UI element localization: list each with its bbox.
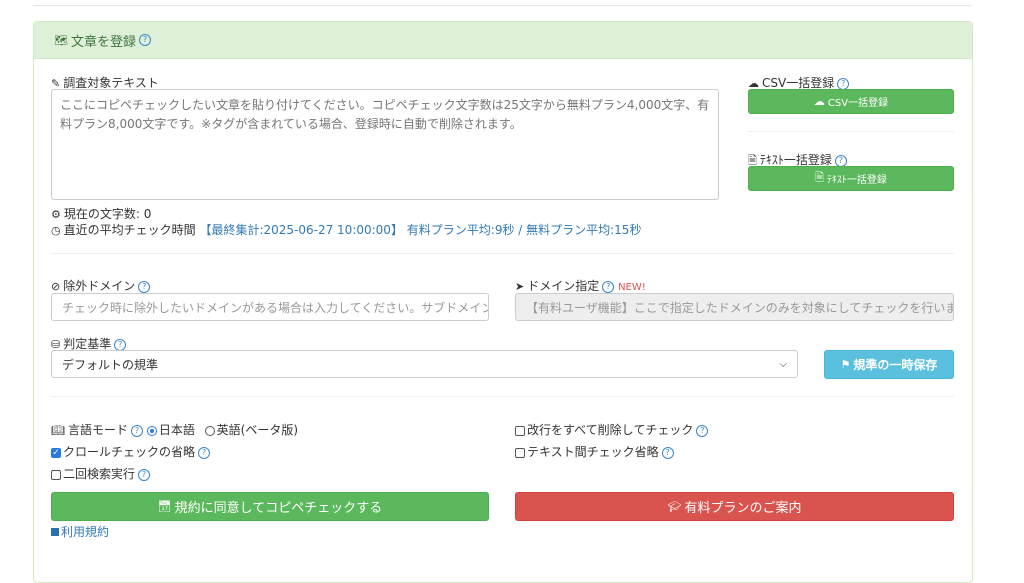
lang-en-radio[interactable] xyxy=(204,425,215,436)
terms-link[interactable]: 利用規約 xyxy=(51,523,109,540)
target-domain-input: 【有料ユーザ機能】ここで指定したドメインのみを対象にしてチェックを行います xyxy=(515,293,954,321)
clock-icon: ◷ xyxy=(51,224,61,237)
help-icon[interactable]: ? xyxy=(114,338,127,351)
skip-crawl-row: ✓ クロールチェックの省略? xyxy=(51,443,211,460)
help-icon[interactable]: ? xyxy=(130,424,143,437)
cogs-icon: ⚙ xyxy=(51,208,61,221)
double-search-row: 二回検索実行? xyxy=(51,465,151,482)
skip-inter-text-checkbox[interactable] xyxy=(515,447,525,458)
exclude-domain-label: 除外ドメイン xyxy=(63,279,136,293)
remove-newlines-row: 改行をすべて削除してチェック? xyxy=(515,421,709,438)
avg-time-row: ◷ 直近の平均チェック時間 【最終集計:2025-06-27 10:00:00】 … xyxy=(51,221,641,238)
file-text-icon: 🗎︎ xyxy=(815,171,824,184)
remove-newlines-checkbox[interactable] xyxy=(515,425,525,436)
skip-crawl-label: クロールチェックの省略 xyxy=(63,445,196,459)
language-icon: 📖︎ xyxy=(51,424,65,437)
help-icon[interactable]: ? xyxy=(602,280,615,293)
lang-en-label: 英語(ベータ版) xyxy=(216,423,299,437)
submit-check-button[interactable]: 📅︎ 規約に同意してコピペチェックする xyxy=(51,492,489,521)
square-icon xyxy=(51,528,59,536)
new-badge: NEW! xyxy=(618,282,646,293)
graduation-cap-icon: 🎓︎ xyxy=(667,500,682,513)
help-icon[interactable]: ? xyxy=(138,468,151,481)
help-icon[interactable]: ? xyxy=(198,446,211,459)
lang-ja-radio[interactable] xyxy=(146,425,157,436)
help-icon[interactable]: ? xyxy=(837,77,850,90)
target-domain-label: ドメイン指定 xyxy=(527,279,600,293)
csv-upload-button[interactable]: ☁ CSV一括登録 xyxy=(748,89,954,114)
avg-time-label: 直近の平均チェック時間 xyxy=(63,223,196,237)
top-divider xyxy=(33,0,971,6)
avg-time-values: 有料プラン平均:9秒 / 無料プラン平均:15秒 xyxy=(406,223,642,237)
skip-inter-text-label: テキスト間チェック省略 xyxy=(527,445,659,459)
section-divider xyxy=(51,396,954,397)
panel-heading: 🗺︎ 文章を登録 ? xyxy=(34,22,972,59)
help-icon[interactable]: ? xyxy=(661,446,674,459)
chevron-down-icon: ⌵ xyxy=(779,358,787,370)
double-search-checkbox[interactable] xyxy=(51,469,61,480)
ban-icon: ⊘ xyxy=(51,280,61,293)
text-bulk-button[interactable]: 🗎︎ ﾃｷｽﾄ一括登録 xyxy=(748,166,954,191)
flag-icon: ⚑ xyxy=(840,358,851,371)
target-domain-label-row: ➤ ドメイン指定? NEW! xyxy=(515,277,646,294)
paid-plan-button[interactable]: 🎓︎ 有料プランのご案内 xyxy=(515,492,954,521)
help-icon[interactable]: ? xyxy=(138,280,151,293)
help-icon[interactable]: ? xyxy=(138,34,151,46)
cloud-upload-icon: ☁ xyxy=(813,95,825,108)
calendar-check-icon: 📅︎ xyxy=(157,500,172,513)
criteria-selected: デフォルトの規準 xyxy=(62,357,159,372)
panel-title: 文章を登録 xyxy=(70,34,136,50)
csv-label: CSV一括登録 xyxy=(762,76,835,90)
text-input[interactable] xyxy=(51,89,719,200)
lang-mode-row: 📖︎ 言語モード? 日本語 英語(ベータ版) xyxy=(51,421,298,438)
map-icon: 🗺︎ xyxy=(54,33,68,47)
char-count: ⚙ 現在の文字数: 0 xyxy=(51,207,152,221)
criteria-label: 判定基準 xyxy=(63,337,112,351)
side-divider xyxy=(748,131,954,132)
text-bulk-label: ﾃｷｽﾄ一括登録 xyxy=(759,153,832,167)
text-label: 調査対象テキスト xyxy=(63,76,159,90)
help-icon[interactable]: ? xyxy=(834,154,847,167)
avg-time-updated: 【最終集計:2025-06-27 10:00:00】 xyxy=(199,223,403,237)
remove-newlines-label: 改行をすべて削除してチェック xyxy=(527,423,694,437)
double-search-label: 二回検索実行 xyxy=(63,467,136,481)
help-icon[interactable]: ? xyxy=(696,424,709,437)
exclude-domain-label-row: ⊘ 除外ドメイン? xyxy=(51,277,151,294)
exclude-domain-input[interactable]: チェック時に除外したいドメインがある場合は入力してください。サブドメイン xyxy=(51,293,489,321)
save-criteria-button[interactable]: ⚑ 規準の一時保存 xyxy=(824,350,954,379)
skip-inter-text-row: テキスト間チェック省略? xyxy=(515,443,674,460)
section-divider xyxy=(51,253,954,254)
skip-crawl-checkbox[interactable]: ✓ xyxy=(51,447,61,458)
criteria-select[interactable]: デフォルトの規準 ⌵ xyxy=(51,350,798,378)
lang-ja-label: 日本語 xyxy=(158,423,195,437)
location-arrow-icon: ➤ xyxy=(515,280,525,293)
lang-mode-label: 言語モード xyxy=(67,423,128,437)
